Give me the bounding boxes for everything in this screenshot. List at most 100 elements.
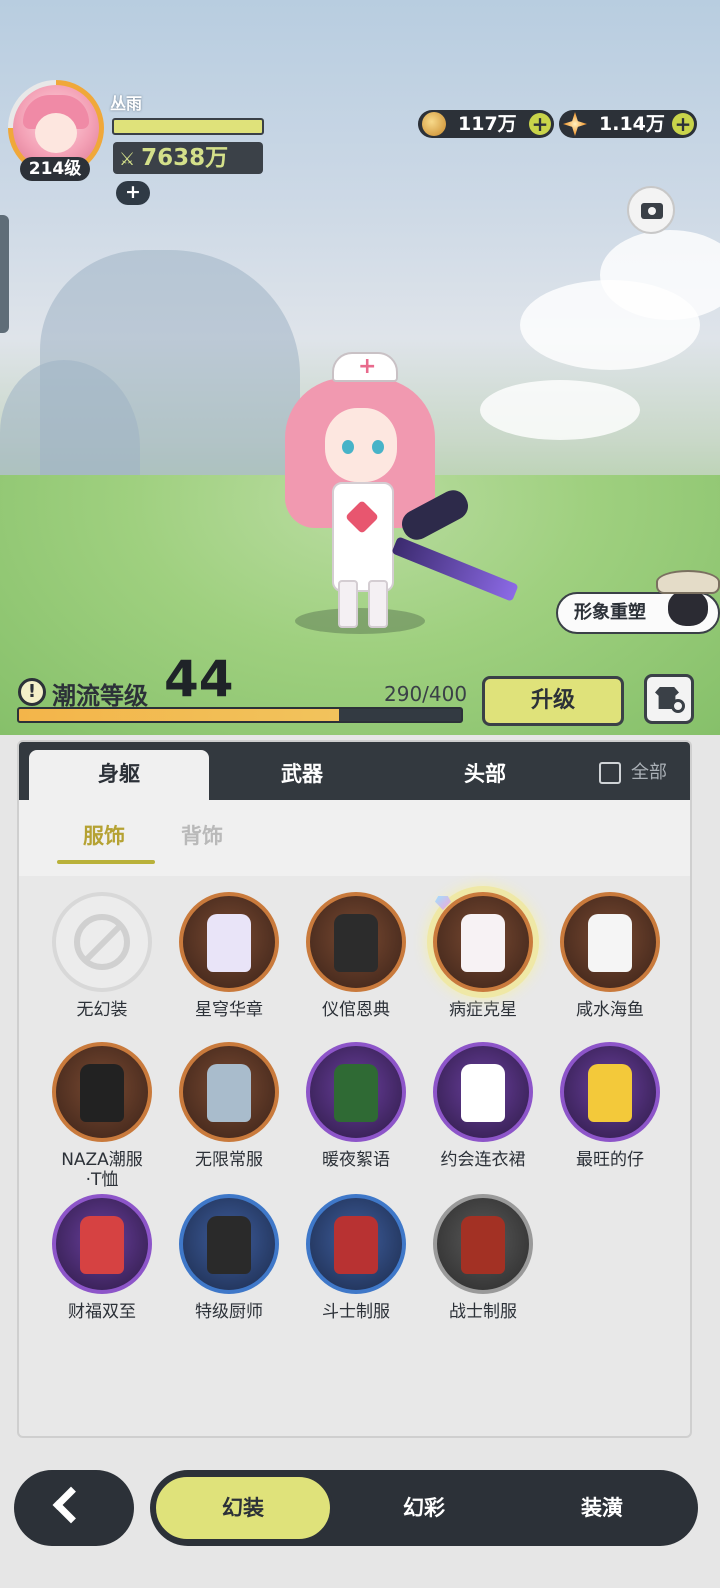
outfit-thumbnail[interactable]	[560, 1042, 660, 1142]
outfit-icon	[588, 1064, 632, 1122]
outfit-icon	[334, 1216, 378, 1274]
outfit-icon	[461, 914, 505, 972]
equipped-gem-icon	[435, 896, 451, 910]
power-icon: ⚔	[119, 149, 136, 170]
outfit-icon	[334, 1064, 378, 1122]
outfit-icon	[461, 1064, 505, 1122]
player-name: 丛雨	[110, 94, 143, 113]
outfit-label: 财福双至	[68, 1302, 136, 1322]
nav-color[interactable]: 幻彩	[334, 1474, 514, 1542]
show-all-label: 全部	[631, 762, 667, 783]
outfit-icon	[461, 1216, 505, 1274]
outfit-label: 咸水海鱼	[576, 1000, 644, 1020]
side-drawer-handle[interactable]	[0, 215, 9, 333]
subtab-active-indicator	[57, 860, 155, 864]
outfit-item[interactable]: 战士制服	[420, 1194, 546, 1322]
outfit-thumbnail[interactable]	[433, 1042, 533, 1142]
nav-decoration[interactable]: 装潢	[512, 1474, 692, 1542]
tab-weapon[interactable]: 武器	[212, 750, 392, 800]
player-level-badge: 214级	[20, 157, 90, 181]
trend-progress-text: 290/400	[384, 682, 468, 706]
gold-amount: 117万	[458, 113, 517, 135]
outfit-thumbnail[interactable]	[52, 892, 152, 992]
nav-outfit[interactable]: 幻装	[153, 1474, 333, 1542]
outfit-label: 约会连衣裙	[440, 1150, 526, 1170]
gem-amount: 1.14万	[599, 113, 665, 135]
outfit-item[interactable]: 斗士制服	[293, 1194, 419, 1322]
combat-power: ⚔ 7638万	[113, 142, 263, 174]
outfit-thumbnail[interactable]	[433, 1194, 533, 1294]
outfit-search-button[interactable]	[644, 674, 694, 724]
outfit-thumbnail[interactable]	[179, 1042, 279, 1142]
trend-progress-bar	[17, 707, 463, 723]
outfit-item[interactable]: 约会连衣裙	[420, 1042, 546, 1170]
outfit-icon	[207, 1216, 251, 1274]
outfit-thumbnail[interactable]	[306, 1042, 406, 1142]
subtab-clothing[interactable]: 服饰	[83, 820, 125, 850]
outfit-item[interactable]: 仪倌恩典	[293, 892, 419, 1020]
outfit-item[interactable]: NAZA潮服 ·T恤	[39, 1042, 165, 1190]
category-tabbar: 身躯 武器 头部 全部	[19, 742, 690, 800]
outfit-icon	[588, 914, 632, 972]
outfit-icon	[207, 1064, 251, 1122]
outfit-label: 战士制服	[449, 1302, 517, 1322]
outfit-thumbnail[interactable]	[179, 892, 279, 992]
outfit-item[interactable]: 特级厨师	[166, 1194, 292, 1322]
outfit-item[interactable]: 暖夜絮语	[293, 1042, 419, 1170]
outfit-label: 暖夜絮语	[322, 1150, 390, 1170]
outfit-thumbnail[interactable]	[306, 1194, 406, 1294]
camera-button[interactable]	[627, 186, 675, 234]
outfit-icon	[80, 1064, 124, 1122]
outfit-icon	[334, 914, 378, 972]
trend-progress-fill	[19, 709, 340, 721]
search-icon	[671, 699, 685, 713]
outfit-icon	[207, 914, 251, 972]
outfit-icon	[80, 1216, 124, 1274]
gem-currency: 1.14万 +	[559, 110, 697, 138]
outfit-thumbnail[interactable]	[306, 892, 406, 992]
gold-coin-icon	[422, 112, 446, 136]
camera-icon	[641, 203, 663, 219]
show-all-toggle[interactable]: 全部	[597, 760, 667, 786]
add-buff-button[interactable]: +	[116, 181, 150, 205]
tab-body[interactable]: 身躯	[29, 750, 209, 800]
outfit-label: NAZA潮服 ·T恤	[61, 1150, 143, 1190]
trend-level-number: 44	[164, 650, 234, 708]
outfit-item[interactable]: 咸水海鱼	[547, 892, 673, 1020]
outfit-thumbnail[interactable]	[179, 1194, 279, 1294]
cat-mascot[interactable]	[652, 566, 720, 632]
outfit-thumbnail[interactable]	[560, 892, 660, 992]
outfit-item[interactable]: 最旺的仔	[547, 1042, 673, 1170]
outfit-thumbnail[interactable]	[433, 892, 533, 992]
outfit-thumbnail[interactable]	[52, 1042, 152, 1142]
add-gold-button[interactable]: +	[529, 113, 551, 135]
tab-head[interactable]: 头部	[395, 750, 575, 800]
outfit-label: 斗士制服	[322, 1302, 390, 1322]
trend-level-label: 潮流等级	[52, 682, 148, 710]
back-button[interactable]	[14, 1470, 134, 1546]
player-exp-bar	[112, 118, 264, 135]
outfit-label: 最旺的仔	[576, 1150, 644, 1170]
outfit-item[interactable]: 病症克星	[420, 892, 546, 1020]
outfit-label: 特级厨师	[195, 1302, 263, 1322]
info-icon[interactable]: !	[18, 678, 46, 706]
outfit-item[interactable]: 无幻装	[39, 892, 165, 1020]
gold-currency: 117万 +	[418, 110, 554, 138]
outfit-item[interactable]: 星穹华章	[166, 892, 292, 1020]
outfit-label: 仪倌恩典	[322, 1000, 390, 1020]
add-gem-button[interactable]: +	[672, 113, 694, 135]
outfit-label: 无限常服	[195, 1150, 263, 1170]
subtab-back-accessory[interactable]: 背饰	[181, 820, 223, 850]
outfit-label: 星穹华章	[195, 1000, 263, 1020]
subtab-bar: 服饰 背饰	[19, 800, 690, 876]
show-all-checkbox[interactable]	[599, 762, 621, 784]
outfit-item[interactable]: 财福双至	[39, 1194, 165, 1322]
upgrade-button[interactable]: 升级	[482, 676, 624, 726]
outfit-label: 病症克星	[449, 1000, 517, 1020]
outfit-panel: 身躯 武器 头部 全部 服饰 背饰 无幻装 星穹华章 仪倌恩典 病症克星 咸水海鱼 NAZ…	[17, 740, 692, 1438]
outfit-thumbnail[interactable]	[52, 1194, 152, 1294]
outfit-item[interactable]: 无限常服	[166, 1042, 292, 1170]
character-model[interactable]	[250, 350, 519, 650]
combat-power-value: 7638万	[141, 145, 229, 171]
outfit-label: 无幻装	[76, 1000, 128, 1020]
